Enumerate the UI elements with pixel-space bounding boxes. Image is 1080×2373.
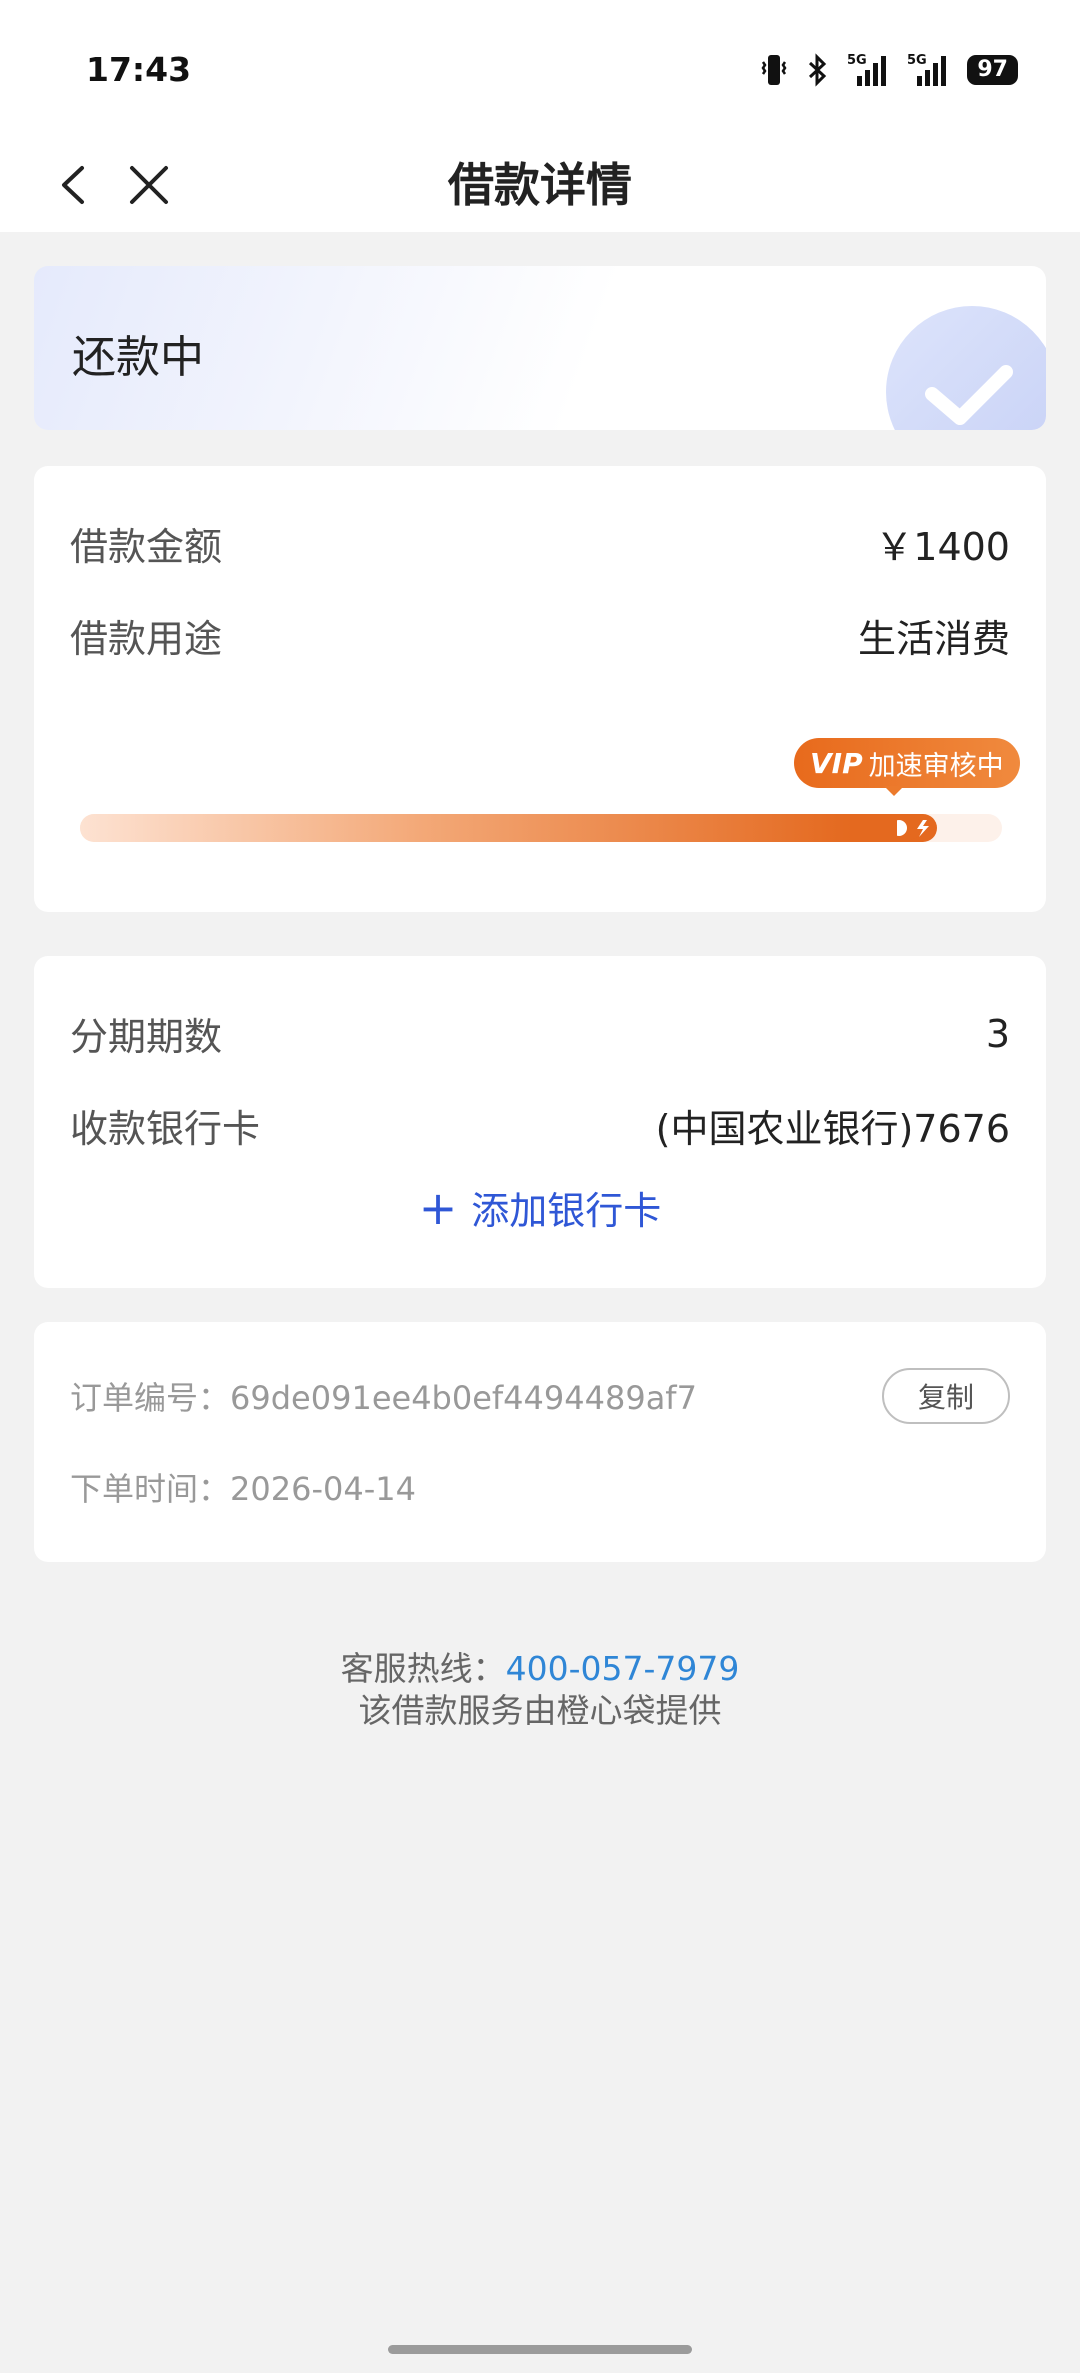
bank-label: 收款银行卡 [70,1107,261,1151]
loan-status-card: 还款中 [34,266,1046,430]
signal-5g-icon: 5G [847,53,887,86]
vibrate-icon [761,55,787,85]
periods-value: 3 [985,1011,1010,1056]
battery-indicator: 97 [967,55,1018,85]
hotline-number-link[interactable]: 400-057-7979 [506,1649,740,1688]
order-time: 下单时间：2026-04-14 [70,1464,416,1510]
status-time: 17:43 [86,50,192,89]
footer: 客服热线：400-057-7979 该借款服务由橙心袋提供 [0,1648,1080,1732]
signal-5g-icon: 5G [907,53,947,86]
order-time-value: 2026-04-14 [230,1470,416,1508]
loan-status-label: 还款中 [72,332,204,383]
purpose-label: 借款用途 [70,617,223,661]
review-progress-fill [80,814,938,842]
svg-text:5G: 5G [847,53,867,68]
copy-button[interactable]: 复制 [882,1368,1010,1424]
hotline-label: 客服热线： [340,1649,506,1688]
order-number-value: 69de091ee4b0ef4494489af7 [230,1379,697,1417]
add-bank-card-button[interactable]: + 添加银行卡 [34,1180,1046,1235]
order-number: 订单编号：69de091ee4b0ef4494489af7 [70,1373,697,1419]
amount-value: ￥1400 [875,525,1010,569]
status-bar: 17:43 5G 5G 97 [0,0,1080,140]
close-button[interactable] [118,154,180,216]
checkmark-icon [886,306,1046,430]
hotline: 客服热线：400-057-7979 [0,1648,1080,1690]
vip-review-badge: VIP 加速审核中 [794,738,1020,788]
home-indicator[interactable] [388,2345,692,2354]
nav-bar: 借款详情 [0,140,1080,232]
vip-badge-text: 加速审核中 [868,750,1004,782]
order-card: 订单编号：69de091ee4b0ef4494489af7 复制 下单时间：20… [34,1322,1046,1562]
vip-mark: VIP [810,746,863,780]
periods-row: 分期期数 3 [70,1006,1010,1061]
close-icon [130,166,168,204]
add-bank-card-label: 添加银行卡 [471,1189,662,1233]
provider-note: 该借款服务由橙心袋提供 [358,1691,722,1730]
rocket-icon [897,814,938,842]
order-time-label: 下单时间： [70,1470,231,1508]
loan-info-card: 借款金额 ￥1400 借款用途 生活消费 VIP 加速审核中 [34,466,1046,912]
review-progress-bar [80,814,1002,842]
order-number-row: 订单编号：69de091ee4b0ef4494489af7 复制 [70,1368,1010,1424]
purpose-row: 借款用途 生活消费 [70,608,1010,663]
status-icons: 5G 5G 97 [759,52,1018,88]
chevron-left-icon [62,166,84,204]
installment-card: 分期期数 3 收款银行卡 (中国农业银行)7676 + 添加银行卡 [34,956,1046,1288]
plus-icon: + [418,1180,458,1235]
bank-row[interactable]: 收款银行卡 (中国农业银行)7676 [70,1098,1010,1153]
purpose-value: 生活消费 [857,617,1010,661]
bank-value: (中国农业银行)7676 [655,1107,1010,1151]
amount-row: 借款金额 ￥1400 [70,516,1010,571]
back-button[interactable] [44,154,106,216]
order-time-row: 下单时间：2026-04-14 [70,1464,1010,1510]
vip-badge-pointer [884,786,904,796]
amount-label: 借款金额 [70,525,223,569]
svg-text:5G: 5G [907,53,927,68]
order-number-label: 订单编号： [70,1379,231,1417]
bluetooth-icon [809,53,827,87]
periods-label: 分期期数 [70,1015,223,1059]
